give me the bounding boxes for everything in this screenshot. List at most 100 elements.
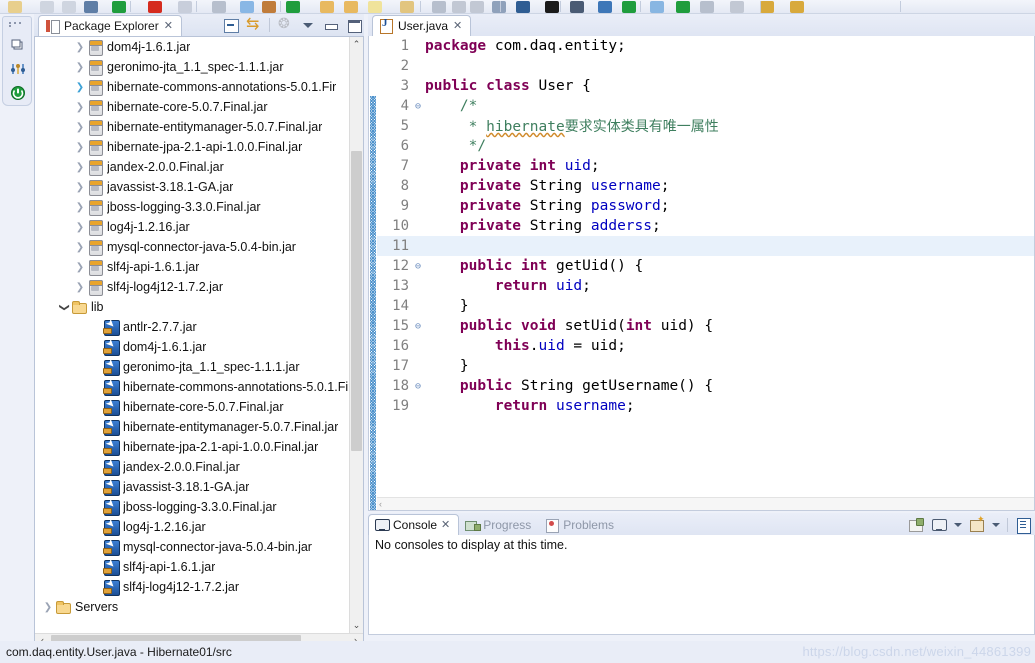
tree-vscroll-thumb[interactable] xyxy=(351,151,362,451)
code-line[interactable]: 13 return uid; xyxy=(377,276,1034,296)
save-icon[interactable] xyxy=(8,1,22,13)
scroll-down-icon[interactable]: ⌄ xyxy=(350,618,363,633)
code-line[interactable]: 19 return username; xyxy=(377,396,1034,416)
tree-item[interactable]: jboss-logging-3.3.0.Final.jar xyxy=(35,497,349,517)
fast-view-grip[interactable] xyxy=(9,21,27,27)
tab-user-java[interactable]: User.java ✕ xyxy=(372,15,472,36)
focus-on-active-task-icon[interactable] xyxy=(277,15,293,33)
maximize-icon[interactable] xyxy=(346,17,362,33)
debug-icon[interactable] xyxy=(286,1,300,13)
code-line[interactable]: 18 ⊖ public String getUsername() { xyxy=(377,376,1034,396)
code-line[interactable]: 14 } xyxy=(377,296,1034,316)
chevron-right-icon[interactable]: ❯ xyxy=(41,602,55,613)
link-with-editor-icon[interactable] xyxy=(246,14,262,34)
fold-collapse-icon[interactable]: ⊖ xyxy=(411,381,425,392)
next-annotation-icon[interactable] xyxy=(452,1,466,13)
chevron-right-icon[interactable]: ❯ xyxy=(73,42,87,53)
folder-icon[interactable] xyxy=(344,1,358,13)
fold-collapse-icon[interactable]: ⊖ xyxy=(411,261,425,272)
chevron-right-icon[interactable]: ❯ xyxy=(73,122,87,133)
tree-item[interactable]: log4j-1.2.16.jar xyxy=(35,517,349,537)
search-icon[interactable] xyxy=(432,1,446,13)
collapse-all-icon[interactable] xyxy=(223,17,239,33)
open-folder-icon[interactable] xyxy=(320,1,334,13)
tree-item[interactable]: ❯ javassist-3.18.1-GA.jar xyxy=(35,177,349,197)
code-line[interactable]: 5 * hibernate要求实体类具有唯一属性 xyxy=(377,116,1034,136)
tree-item[interactable]: ❯ mysql-connector-java-5.0.4-bin.jar xyxy=(35,237,349,257)
edit-icon[interactable] xyxy=(368,1,382,13)
flag-icon[interactable] xyxy=(730,1,744,13)
package-icon[interactable] xyxy=(400,1,414,13)
close-icon[interactable]: ✕ xyxy=(453,20,462,32)
minimize-icon[interactable] xyxy=(323,17,339,33)
tree-item[interactable]: mysql-connector-java-5.0.4-bin.jar xyxy=(35,537,349,557)
project-tree[interactable]: ❯ dom4j-1.6.1.jar ❯ geronimo-jta_1.1_spec-1… xyxy=(35,37,349,633)
run-icon[interactable] xyxy=(112,1,126,13)
tree-item[interactable]: hibernate-jpa-2.1-api-1.0.0.Final.jar xyxy=(35,437,349,457)
tree-item[interactable]: javassist-3.18.1-GA.jar xyxy=(35,477,349,497)
tree-item[interactable]: ❯ hibernate-jpa-2.1-api-1.0.0.Final.jar xyxy=(35,137,349,157)
previous-annotation-icon[interactable] xyxy=(470,1,484,13)
tree-item[interactable]: ❯ geronimo-jta_1.1_spec-1.1.1.jar xyxy=(35,57,349,77)
tree-item[interactable]: hibernate-commons-annotations-5.0.1.Fir xyxy=(35,377,349,397)
source-code-area[interactable]: 1 package com.daq.entity; 2 3 public class U… xyxy=(377,36,1034,510)
chevron-right-icon[interactable]: ❯ xyxy=(73,142,87,153)
chevron-down-icon[interactable]: ❯ xyxy=(59,300,70,314)
perspective-icon[interactable] xyxy=(598,1,612,13)
close-icon[interactable]: ✕ xyxy=(164,20,173,32)
bookmark-icon[interactable] xyxy=(790,1,804,13)
restore-icon[interactable] xyxy=(10,37,26,53)
tree-item[interactable]: hibernate-entitymanager-5.0.7.Final.jar xyxy=(35,417,349,437)
tree-item[interactable]: geronimo-jta_1.1_spec-1.1.1.jar xyxy=(35,357,349,377)
code-line[interactable]: 2 xyxy=(377,56,1034,76)
print-icon[interactable] xyxy=(40,1,54,13)
tree-item[interactable]: ❯ lib xyxy=(35,297,349,317)
editor-horizontal-scrollbar[interactable]: ‹ xyxy=(377,497,1034,510)
chevron-right-icon[interactable]: ❯ xyxy=(73,82,87,93)
tree-item[interactable]: dom4j-1.6.1.jar xyxy=(35,337,349,357)
export-icon[interactable] xyxy=(212,1,226,13)
window-icon[interactable] xyxy=(650,1,664,13)
perspective-switch-icon[interactable] xyxy=(10,61,26,77)
open-console-icon[interactable] xyxy=(969,514,985,533)
fold-collapse-icon[interactable]: ⊖ xyxy=(411,101,425,112)
chevron-right-icon[interactable]: ❯ xyxy=(73,202,87,213)
code-line[interactable]: 6 */ xyxy=(377,136,1034,156)
tree-item[interactable]: slf4j-log4j12-1.7.2.jar xyxy=(35,577,349,597)
close-icon[interactable]: ✕ xyxy=(441,519,450,531)
marker-icon[interactable] xyxy=(760,1,774,13)
tree-vertical-scrollbar[interactable]: ⌃ ⌄ xyxy=(349,37,363,633)
chevron-right-icon[interactable]: ❯ xyxy=(73,242,87,253)
annotation-ruler[interactable] xyxy=(369,36,377,510)
editor-body[interactable]: 1 package com.daq.entity; 2 3 public class U… xyxy=(368,36,1035,511)
code-line[interactable]: 11 xyxy=(377,236,1034,256)
tree-item[interactable]: ❯ Servers xyxy=(35,597,349,617)
tree-item[interactable]: slf4j-api-1.6.1.jar xyxy=(35,557,349,577)
chevron-right-icon[interactable]: ❯ xyxy=(73,282,87,293)
undo-icon[interactable] xyxy=(84,1,98,13)
chevron-right-icon[interactable]: ❯ xyxy=(73,162,87,173)
view-icon[interactable] xyxy=(700,1,714,13)
back-icon[interactable] xyxy=(545,1,559,13)
sync-icon[interactable] xyxy=(676,1,690,13)
forward-icon[interactable] xyxy=(570,1,584,13)
tree-item[interactable]: ❯ dom4j-1.6.1.jar xyxy=(35,37,349,57)
code-line[interactable]: 9 private String password; xyxy=(377,196,1034,216)
tree-item[interactable]: ❯ jboss-logging-3.3.0.Final.jar xyxy=(35,197,349,217)
view-menu-icon[interactable] xyxy=(1015,517,1031,534)
pin-console-icon[interactable] xyxy=(908,517,924,533)
terminate-icon[interactable] xyxy=(148,1,162,13)
chevron-right-icon[interactable]: ❯ xyxy=(73,262,87,273)
tree-item[interactable]: ❯ log4j-1.2.16.jar xyxy=(35,217,349,237)
refresh-icon[interactable] xyxy=(622,1,636,13)
tree-item[interactable]: hibernate-core-5.0.7.Final.jar xyxy=(35,397,349,417)
display-selected-console-icon[interactable] xyxy=(931,517,947,533)
tree-item[interactable]: ❯ jandex-2.0.0.Final.jar xyxy=(35,157,349,177)
chevron-down-icon[interactable] xyxy=(992,522,1000,527)
code-line[interactable]: 4 ⊖ /* xyxy=(377,96,1034,116)
code-line[interactable]: 10 private String adderss; xyxy=(377,216,1034,236)
server-running-icon[interactable] xyxy=(10,85,26,101)
code-line[interactable]: 8 private String username; xyxy=(377,176,1034,196)
chevron-right-icon[interactable]: ❯ xyxy=(73,222,87,233)
code-line[interactable]: 12 ⊖ public int getUid() { xyxy=(377,256,1034,276)
